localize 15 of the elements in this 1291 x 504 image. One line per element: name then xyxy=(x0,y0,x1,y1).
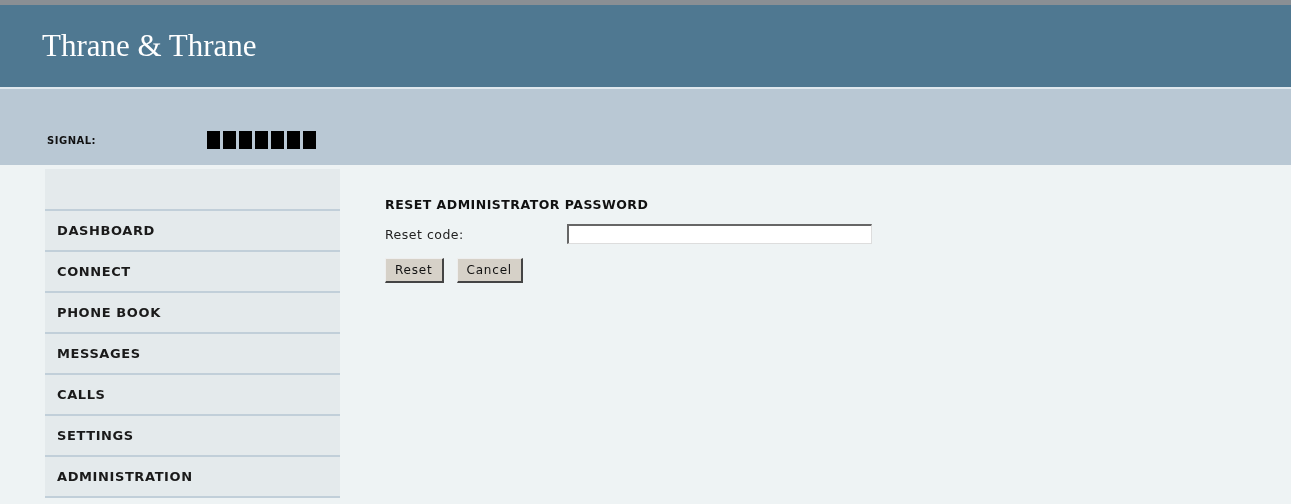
signal-label: SIGNAL: xyxy=(46,134,98,146)
nav-item[interactable]: SETTINGS xyxy=(45,416,340,457)
nav-item[interactable]: CALLS xyxy=(45,375,340,416)
form-title: RESET ADMINISTRATOR PASSWORD xyxy=(385,197,650,212)
reset-button[interactable]: Reset xyxy=(385,258,444,283)
nav-item[interactable]: MESSAGES xyxy=(45,334,340,375)
nav-item[interactable]: DASHBOARD xyxy=(45,211,340,252)
logo: Thrane & Thrane xyxy=(42,28,257,64)
nav-item[interactable]: CONNECT xyxy=(45,252,340,293)
nav-item[interactable]: PHONE BOOK xyxy=(45,293,340,334)
reset-code-field[interactable] xyxy=(567,224,872,244)
cancel-button[interactable]: Cancel xyxy=(456,258,523,283)
field-label: Reset code: xyxy=(385,226,465,242)
nav-item[interactable]: ADMINISTRATION xyxy=(45,457,340,498)
signal-bars-icon xyxy=(207,131,317,149)
